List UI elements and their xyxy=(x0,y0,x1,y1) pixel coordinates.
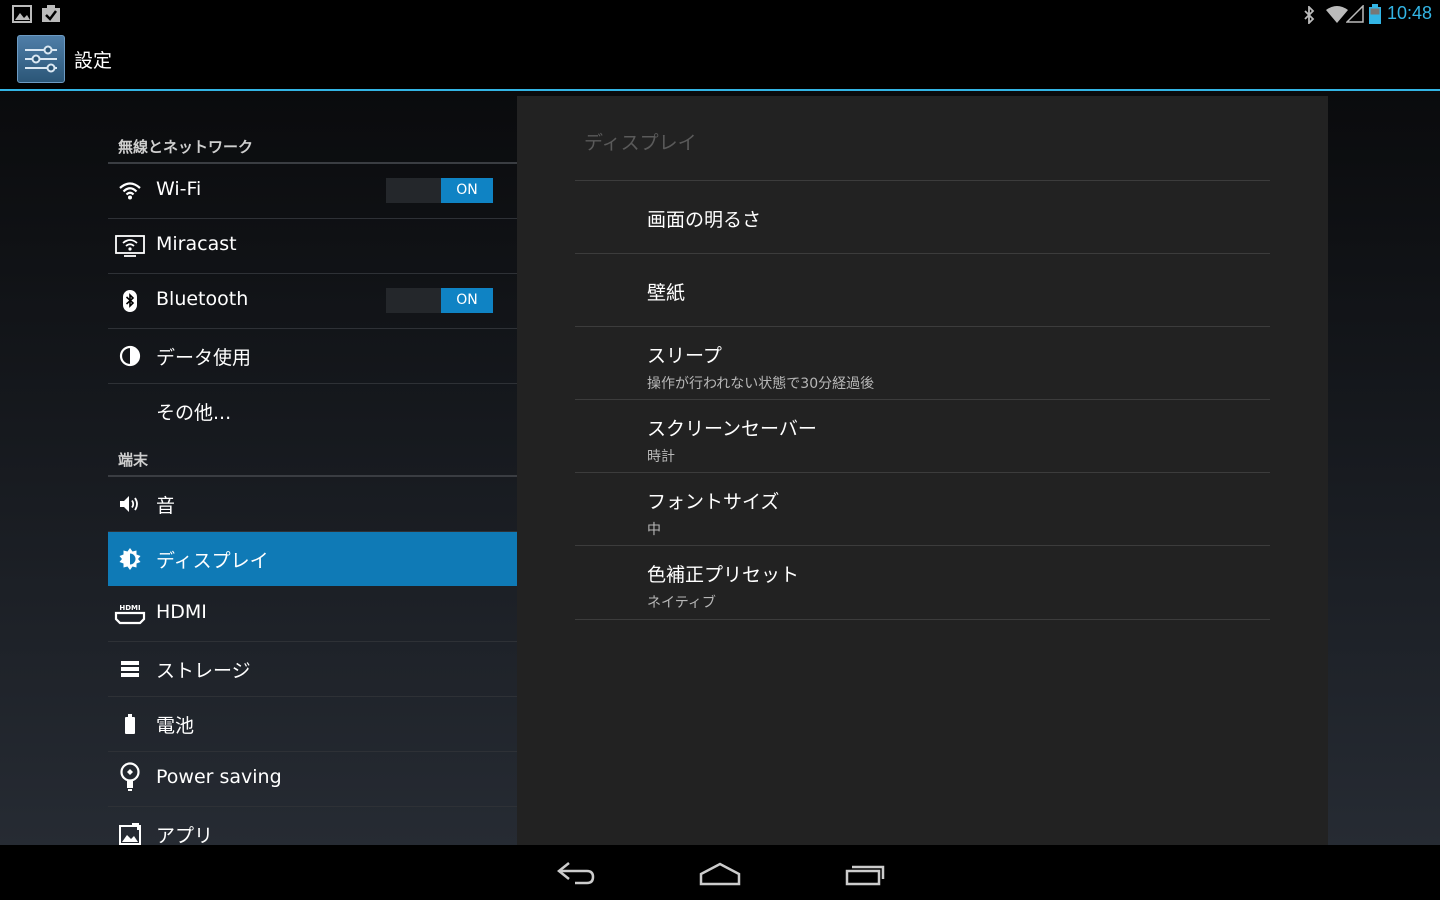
pref-title: 色補正プリセット xyxy=(647,564,800,586)
pref-color-preset[interactable]: 色補正プリセット ネイティブ xyxy=(575,545,1270,618)
pref-font-size[interactable]: フォントサイズ 中 xyxy=(575,472,1270,545)
pref-summary: 操作が行われない状態で30分経過後 xyxy=(647,376,875,392)
sidebar-item-battery[interactable]: 電池 xyxy=(108,697,517,752)
wifi-icon xyxy=(119,182,141,200)
sidebar-item-label: HDMI xyxy=(156,601,207,623)
sidebar-item-label: 電池 xyxy=(156,715,195,737)
storage-icon xyxy=(121,661,139,677)
pref-screensaver[interactable]: スクリーンセーバー 時計 xyxy=(575,399,1270,472)
sidebar-item-wifi[interactable]: Wi-Fi ON xyxy=(108,164,517,219)
page-title: 設定 xyxy=(74,50,113,72)
pref-title: フォントサイズ xyxy=(647,491,780,513)
divider xyxy=(575,619,1270,620)
home-icon[interactable] xyxy=(699,862,741,886)
bluetooth-toggle[interactable]: ON xyxy=(386,288,493,313)
sidebar-item-label: データ使用 xyxy=(156,347,252,369)
sidebar-item-label: Bluetooth xyxy=(156,288,249,310)
miracast-icon xyxy=(115,235,145,257)
sidebar-item-display[interactable]: ディスプレイ xyxy=(108,532,517,586)
sidebar-item-power-saving[interactable]: Power saving xyxy=(108,752,517,807)
display-icon xyxy=(119,548,141,570)
hdmi-icon: HDMI xyxy=(114,604,146,625)
sidebar-item-label: アプリ xyxy=(156,825,214,845)
sidebar-item-label: Power saving xyxy=(156,766,282,788)
section-header-device: 端末 xyxy=(108,439,517,477)
wifi-toggle[interactable]: ON xyxy=(386,178,493,203)
pref-title: スクリーンセーバー xyxy=(647,418,817,440)
navigation-bar xyxy=(0,845,1440,900)
bluetooth-icon xyxy=(1304,6,1315,24)
sidebar-item-label: ストレージ xyxy=(156,660,251,682)
pref-wallpaper[interactable]: 壁紙 xyxy=(575,253,1270,326)
battery-icon xyxy=(1369,4,1381,24)
back-icon[interactable] xyxy=(555,859,597,887)
pref-summary: 中 xyxy=(647,522,661,538)
pref-summary: ネイティブ xyxy=(647,595,716,611)
sidebar-item-label: Wi-Fi xyxy=(156,178,202,200)
sidebar-item-label: ディスプレイ xyxy=(156,550,269,572)
pref-sleep[interactable]: スリープ 操作が行われない状態で30分経過後 xyxy=(575,326,1270,399)
action-bar: 設定 xyxy=(0,28,1440,91)
section-header-wireless: 無線とネットワーク xyxy=(108,126,517,164)
settings-sidebar: 無線とネットワーク Wi-Fi ON Miracast Bluetooth ON… xyxy=(108,91,517,845)
pref-brightness[interactable]: 画面の明るさ xyxy=(575,180,1270,253)
sidebar-item-sound[interactable]: 音 xyxy=(108,477,517,532)
sidebar-item-hdmi[interactable]: HDMI HDMI xyxy=(108,587,517,642)
sidebar-item-more[interactable]: その他... xyxy=(108,384,517,438)
sidebar-item-storage[interactable]: ストレージ xyxy=(108,642,517,697)
power-saving-icon xyxy=(120,762,140,791)
data-usage-icon xyxy=(119,345,141,367)
panel-title: ディスプレイ xyxy=(584,132,697,154)
toggle-state: ON xyxy=(441,178,493,203)
sidebar-item-apps[interactable]: アプリ xyxy=(108,807,517,845)
svg-text:HDMI: HDMI xyxy=(119,604,140,612)
apps-icon xyxy=(119,823,141,845)
recent-apps-icon[interactable] xyxy=(845,861,887,887)
display-settings-panel: ディスプレイ 画面の明るさ 壁紙 スリープ 操作が行われない状態で30分経過後 … xyxy=(517,96,1328,845)
pref-summary: 時計 xyxy=(647,449,675,465)
content-area: 無線とネットワーク Wi-Fi ON Miracast Bluetooth ON… xyxy=(0,91,1440,845)
sidebar-item-label: その他... xyxy=(156,402,232,424)
sidebar-item-miracast[interactable]: Miracast xyxy=(108,219,517,274)
status-bar: 10:48 xyxy=(0,0,1440,28)
gallery-icon xyxy=(12,5,32,23)
sidebar-item-data-usage[interactable]: データ使用 xyxy=(108,329,517,384)
sidebar-item-label: 音 xyxy=(156,495,176,517)
task-done-icon xyxy=(42,5,60,22)
battery-icon xyxy=(125,714,135,734)
pref-title: 画面の明るさ xyxy=(647,209,762,231)
pref-title: 壁紙 xyxy=(647,282,686,304)
sidebar-item-label: Miracast xyxy=(156,233,237,255)
pref-title: スリープ xyxy=(647,345,722,367)
clock: 10:48 xyxy=(1386,3,1432,23)
cell-signal-icon xyxy=(1346,5,1364,23)
toggle-state: ON xyxy=(441,288,493,313)
sound-icon xyxy=(120,496,138,512)
settings-icon[interactable] xyxy=(17,35,65,83)
sidebar-item-bluetooth[interactable]: Bluetooth ON xyxy=(108,274,517,329)
bluetooth-icon xyxy=(123,290,137,312)
